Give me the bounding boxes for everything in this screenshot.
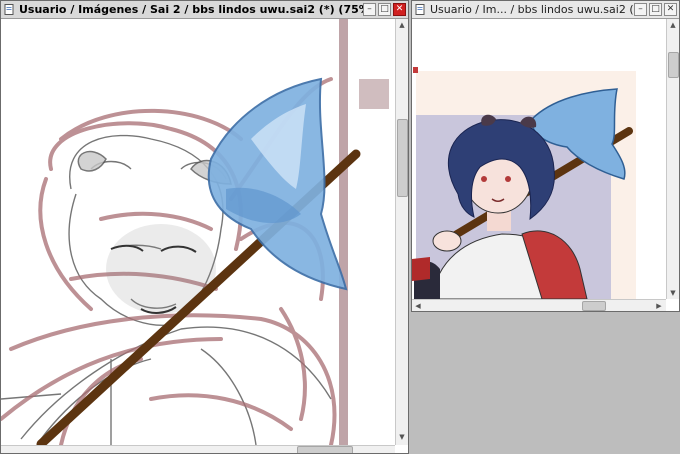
minimize-button[interactable]: – bbox=[634, 3, 647, 16]
left-horizontal-scroll-thumb[interactable] bbox=[297, 446, 353, 453]
maximize-button[interactable]: □ bbox=[378, 3, 391, 16]
sketch-canvas[interactable] bbox=[1, 19, 395, 445]
document-icon bbox=[4, 4, 15, 15]
close-button[interactable]: ✕ bbox=[393, 3, 406, 16]
right-window-title: Usuario / Im... / bbs lindos uwu.sai2 (*… bbox=[430, 3, 634, 16]
scroll-down-button[interactable]: ▼ bbox=[667, 287, 679, 299]
left-window-title: Usuario / Imágenes / Sai 2 / bbs lindos … bbox=[19, 3, 363, 16]
right-vertical-scroll-thumb[interactable] bbox=[668, 52, 679, 78]
right-vertical-scrollbar[interactable]: ▲ ▼ bbox=[666, 19, 679, 299]
scroll-up-button[interactable]: ▲ bbox=[396, 19, 408, 31]
left-horizontal-scrollbar[interactable] bbox=[1, 445, 395, 453]
right-horizontal-scrollbar[interactable]: ◀ ▶ bbox=[412, 299, 666, 311]
colored-artwork bbox=[412, 19, 665, 299]
right-window-titlebar[interactable]: Usuario / Im... / bbs lindos uwu.sai2 (*… bbox=[412, 1, 679, 19]
scroll-right-button[interactable]: ▶ bbox=[653, 300, 665, 311]
maximize-button[interactable]: □ bbox=[649, 3, 662, 16]
sketch-artwork bbox=[1, 19, 389, 445]
scroll-down-button[interactable]: ▼ bbox=[396, 431, 408, 443]
scroll-left-button[interactable]: ◀ bbox=[412, 300, 424, 311]
right-horizontal-scroll-thumb[interactable] bbox=[582, 301, 606, 311]
close-button[interactable]: ✕ bbox=[664, 3, 677, 16]
left-window-titlebar[interactable]: Usuario / Imágenes / Sai 2 / bbs lindos … bbox=[1, 1, 408, 19]
document-icon bbox=[415, 4, 426, 15]
colored-canvas[interactable] bbox=[412, 19, 665, 299]
left-vertical-scrollbar[interactable]: ▲ ▼ bbox=[395, 19, 408, 445]
right-canvas-window[interactable]: Usuario / Im... / bbs lindos uwu.sai2 (*… bbox=[411, 0, 680, 312]
left-canvas-window[interactable]: Usuario / Imágenes / Sai 2 / bbs lindos … bbox=[0, 0, 409, 454]
minimize-button[interactable]: – bbox=[363, 3, 376, 16]
scroll-up-button[interactable]: ▲ bbox=[667, 19, 679, 31]
left-vertical-scroll-thumb[interactable] bbox=[397, 119, 408, 197]
